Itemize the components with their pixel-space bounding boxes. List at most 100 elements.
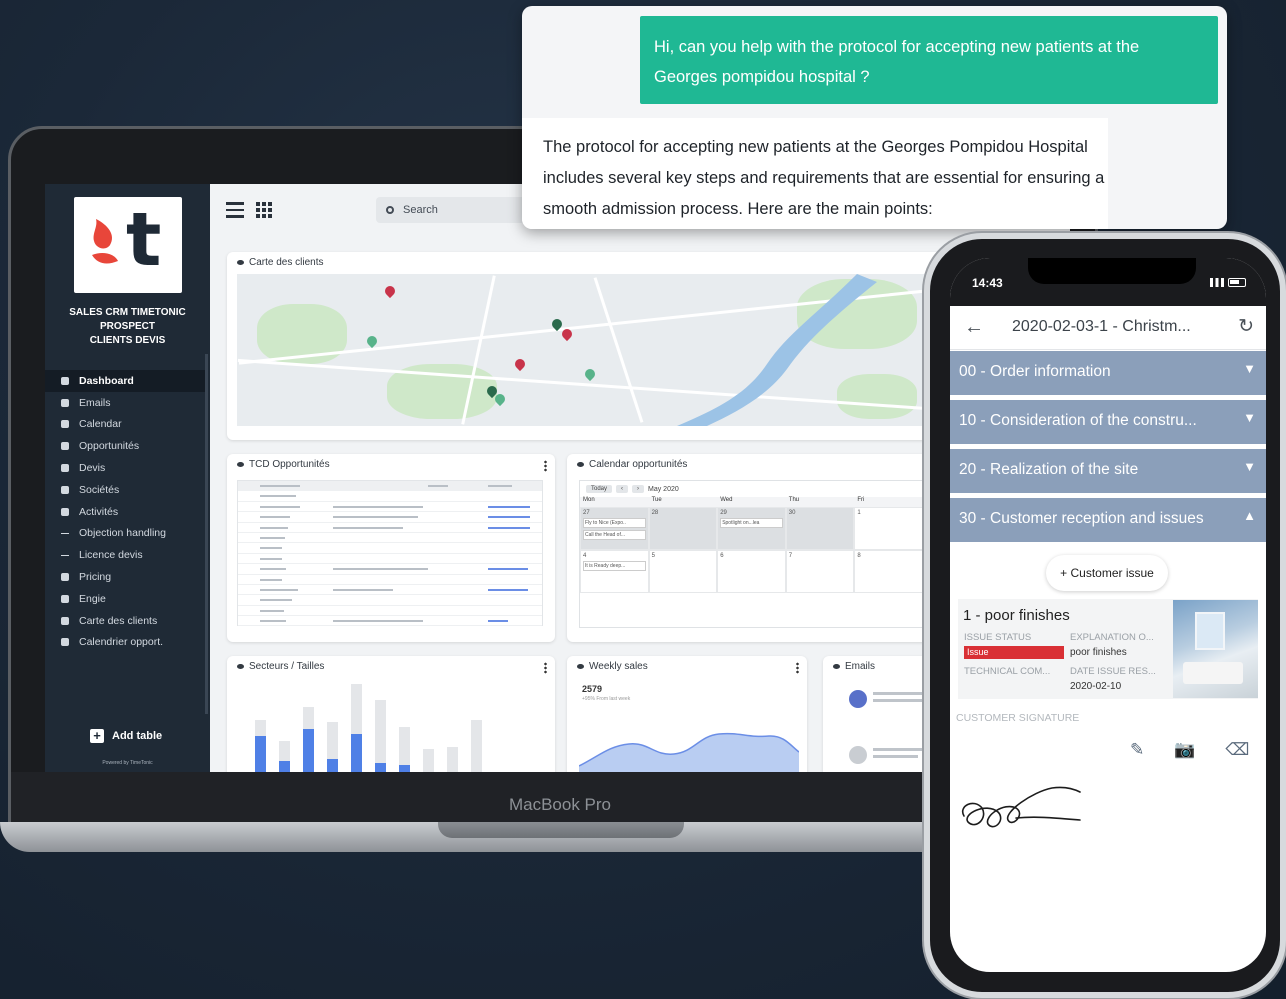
table-row (238, 502, 542, 513)
eraser-icon[interactable]: ⌫ (1225, 740, 1249, 760)
calendar-day[interactable]: 4 It is Ready deep... (580, 550, 649, 593)
sidebar-item-calendar[interactable]: Calendar (45, 414, 205, 436)
card-title-text: Weekly sales (589, 661, 648, 672)
record-title: 2020-02-03-1 - Christm... (1012, 318, 1191, 335)
explanation-label: EXPLANATION O... (1070, 632, 1154, 643)
calendar-day[interactable]: 6 (717, 550, 786, 593)
bar-grey (375, 700, 386, 772)
sidebar-item-objection[interactable]: Objection handling (45, 523, 205, 545)
weekly-area-chart (579, 732, 799, 772)
section-label: 10 - Consideration of the constru... (959, 412, 1197, 429)
more-icon[interactable] (796, 662, 799, 674)
technical-label: TECHNICAL COM... (964, 666, 1051, 677)
sectors-card: Secteurs / Tailles (227, 656, 555, 772)
more-icon[interactable] (544, 460, 547, 472)
calendar-day[interactable]: 1 (854, 507, 923, 550)
apps-grid-icon[interactable] (256, 202, 272, 218)
customer-signature[interactable] (956, 778, 1086, 843)
calendar-day[interactable]: 7 (785, 550, 855, 593)
powered-by: Powered by TimeTonic (102, 760, 153, 766)
calendar-day[interactable]: 29 Spotlight on...lea (717, 507, 786, 550)
issue-card[interactable]: 1 - poor finishes ISSUE STATUS Issue EXP… (958, 599, 1258, 699)
calendar-day[interactable]: 30 (785, 507, 855, 550)
day-number: 5 (651, 553, 655, 559)
day-header: Fri (854, 497, 923, 507)
sidebar-item-emails[interactable]: Emails (45, 392, 205, 414)
sidebar-item-calendrier[interactable]: Calendrier opport. (45, 632, 205, 654)
calendar-event[interactable]: Call the Head of... (583, 530, 646, 540)
table-row (238, 595, 542, 606)
card-title-text: Emails (845, 661, 876, 672)
refresh-icon[interactable]: ↻ (1238, 315, 1254, 338)
clients-map[interactable] (237, 274, 947, 426)
calendar-event[interactable]: Fly to Nice (Expo.. (583, 518, 646, 528)
sidebar-item-engie[interactable]: Engie (45, 588, 205, 610)
sidebar-item-pricing[interactable]: Pricing (45, 566, 205, 588)
next-month-button[interactable]: › (632, 485, 645, 493)
bar-blue (255, 736, 266, 772)
eye-icon (237, 260, 244, 265)
calendar-day[interactable]: 5 (648, 550, 718, 593)
dash-icon (61, 554, 69, 557)
calendar-event[interactable]: Spotlight on...lea (720, 518, 783, 528)
sidebar-item-devis[interactable]: Devis (45, 457, 205, 479)
section-order-information[interactable]: 00 - Order information ▼ (950, 351, 1266, 395)
sidebar-item-dashboard[interactable]: Dashboard (45, 370, 205, 392)
calendar-day[interactable]: 28 (648, 507, 718, 550)
avatar (849, 746, 867, 764)
sidebar-item-licence[interactable]: Licence devis (45, 544, 205, 566)
table-row (238, 564, 542, 575)
sectors-bar-chart (255, 682, 545, 772)
card-title: Weekly sales (577, 661, 648, 672)
table-row (238, 585, 542, 596)
section-realization[interactable]: 20 - Realization of the site ▼ (950, 449, 1266, 493)
today-button[interactable]: Today (586, 485, 613, 493)
card-title: Emails (833, 661, 875, 672)
calendar-day[interactable]: 27 Fly to Nice (Expo.. Call the Head of.… (580, 507, 649, 550)
sidebar-item-carte[interactable]: Carte des clients (45, 610, 205, 632)
laptop-screen: t SALES CRM TIMETONIC PROSPECT CLIENTS D… (45, 184, 1070, 772)
calendar-day[interactable]: 8 (854, 550, 923, 593)
sidebar-scrollbar[interactable] (205, 354, 208, 714)
back-arrow-icon[interactable]: ← (964, 316, 984, 339)
table-row (238, 554, 542, 565)
sidebar-item-label: Engie (79, 592, 106, 605)
day-number: 4 (583, 553, 587, 559)
tcd-card: TCD Opportunités (227, 454, 555, 642)
map-pin-icon[interactable] (582, 366, 598, 382)
sidebar-item-societes[interactable]: Sociétés (45, 479, 205, 501)
status-time: 14:43 (972, 276, 1003, 290)
signal-icon (1210, 278, 1224, 287)
map-pin-icon[interactable] (364, 333, 380, 349)
dash-icon (61, 532, 69, 535)
app-title-line: PROSPECT (99, 321, 155, 332)
issue-title: 1 - poor finishes (963, 607, 1070, 624)
sidebar-item-opportunites[interactable]: Opportunités (45, 435, 205, 457)
add-customer-issue-button[interactable]: + Customer issue (1046, 555, 1168, 591)
more-icon[interactable] (544, 662, 547, 674)
eye-icon (577, 664, 584, 669)
sidebar-item-label: Pricing (79, 571, 112, 584)
card-title: Secteurs / Tailles (237, 661, 324, 672)
map-pin-icon[interactable] (382, 283, 398, 299)
add-table-label: Add table (112, 730, 163, 742)
prev-month-button[interactable]: ‹ (616, 485, 629, 493)
weekly-value: 2579 (582, 684, 603, 694)
status-badge: Issue (964, 646, 1064, 659)
sidebar-item-activites[interactable]: Activités (45, 501, 205, 523)
section-consideration[interactable]: 10 - Consideration of the constru... ▼ (950, 400, 1266, 444)
pen-icon[interactable]: ✎ (1130, 740, 1144, 760)
camera-icon[interactable]: 📷 (1174, 740, 1195, 760)
sidebar-item-label: Calendar (79, 418, 122, 431)
issue-photo[interactable] (1173, 600, 1258, 698)
eye-icon (237, 664, 244, 669)
day-header: Tue (648, 497, 718, 507)
bar-blue (303, 729, 314, 772)
signature-label: CUSTOMER SIGNATURE (956, 712, 1080, 724)
hamburger-icon[interactable] (226, 202, 244, 222)
map-pin-icon[interactable] (512, 356, 528, 372)
add-table-button[interactable]: + Add table (90, 729, 162, 743)
sidebar-item-label: Emails (79, 396, 111, 409)
calendar-event[interactable]: It is Ready deep... (583, 561, 646, 571)
section-customer-reception[interactable]: 30 - Customer reception and issues ▲ (950, 498, 1266, 542)
